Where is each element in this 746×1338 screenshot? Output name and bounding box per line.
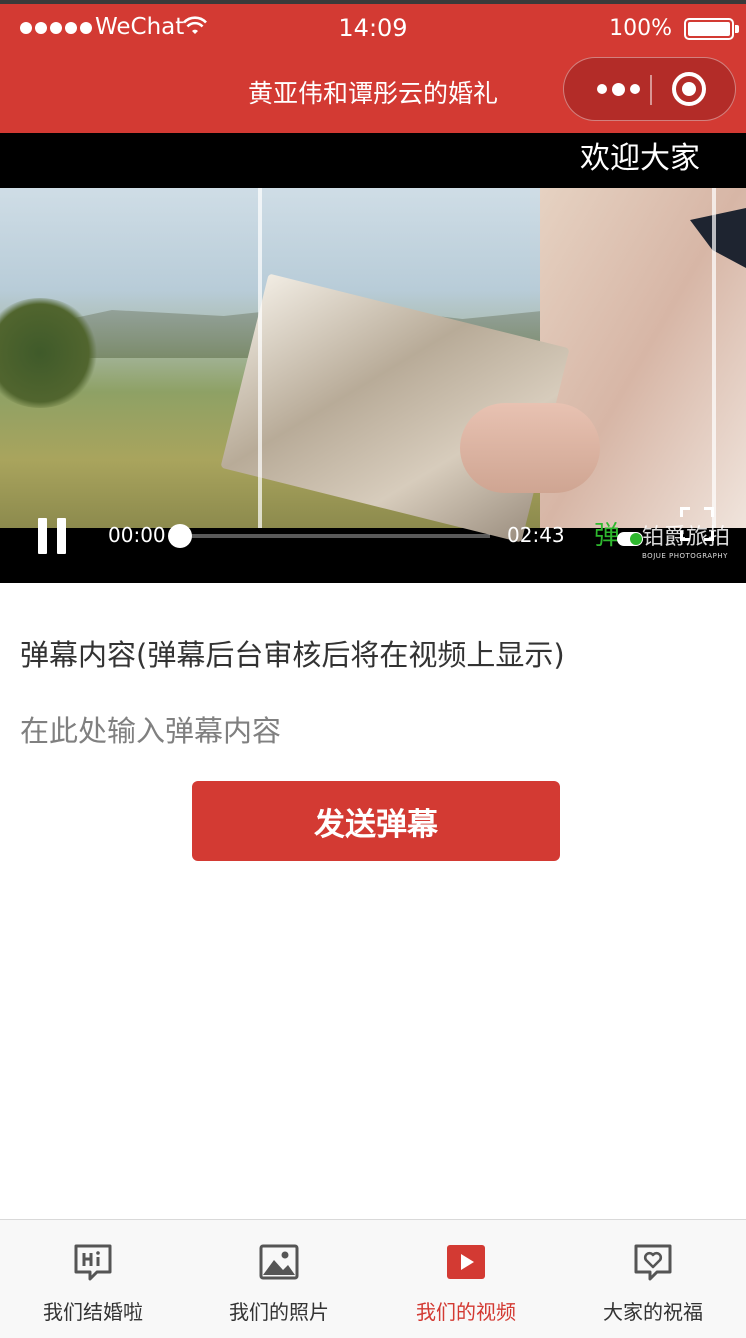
pause-button[interactable] — [36, 518, 68, 554]
video-scene-tree — [0, 298, 100, 408]
battery-icon — [684, 18, 739, 40]
miniprogram-capsule — [563, 57, 736, 121]
tab-label: 我们的照片 — [229, 1300, 329, 1324]
tab-photos[interactable]: 我们的照片 — [186, 1220, 372, 1338]
hi-chat-icon — [74, 1244, 112, 1281]
video-frame[interactable] — [0, 188, 746, 543]
battery-percent: 100% — [609, 16, 672, 41]
tab-bar: 我们结婚啦 我们的照片 我们的视频 大家的祝福 — [0, 1219, 746, 1338]
current-time: 00:00 — [108, 523, 166, 547]
video-scene-hand — [460, 403, 600, 493]
progress-bar[interactable] — [168, 524, 490, 548]
more-menu-icon[interactable] — [586, 58, 650, 120]
danmaku-form-label: 弹幕内容(弹幕后台审核后将在视频上显示) — [20, 638, 565, 672]
capsule-divider — [650, 75, 652, 105]
duration-time: 02:43 — [507, 523, 565, 547]
status-bar: WeChat 14:09 100% — [0, 8, 746, 48]
heart-chat-icon — [634, 1244, 672, 1281]
tab-videos[interactable]: 我们的视频 — [373, 1220, 559, 1338]
tab-label: 我们结婚啦 — [43, 1300, 143, 1324]
video-scene-light-line — [712, 188, 716, 528]
tab-blessings[interactable]: 大家的祝福 — [560, 1220, 746, 1338]
photo-icon — [259, 1244, 299, 1280]
tab-label: 大家的祝福 — [603, 1300, 703, 1324]
video-controls: 00:00 02:43 弹 铂爵旅拍 BOJUE PHOTOGRAPHY — [0, 507, 746, 573]
progress-knob[interactable] — [168, 524, 192, 548]
danmaku-toggle-switch[interactable] — [617, 532, 643, 546]
danmaku-toggle-label[interactable]: 弹 — [594, 515, 620, 552]
video-player[interactable]: 欢迎大家 00:00 02:43 弹 铂爵旅拍 BOJUE PHOTOGRAPH… — [0, 133, 746, 583]
fullscreen-icon[interactable] — [680, 507, 714, 541]
video-play-icon — [447, 1245, 485, 1279]
flying-danmaku-text: 欢迎大家 — [580, 141, 700, 176]
danmaku-input[interactable] — [20, 706, 720, 756]
watermark-brand-en: BOJUE PHOTOGRAPHY — [642, 552, 728, 560]
app-header: WeChat 14:09 100% 黄亚伟和谭彤云的婚礼 — [0, 0, 746, 133]
video-scene-light-line — [258, 188, 262, 528]
tab-wedding[interactable]: 我们结婚啦 — [0, 1220, 186, 1338]
tab-label: 我们的视频 — [416, 1300, 516, 1324]
close-miniprogram-icon[interactable] — [672, 72, 706, 106]
send-danmaku-button[interactable]: 发送弹幕 — [192, 781, 560, 861]
